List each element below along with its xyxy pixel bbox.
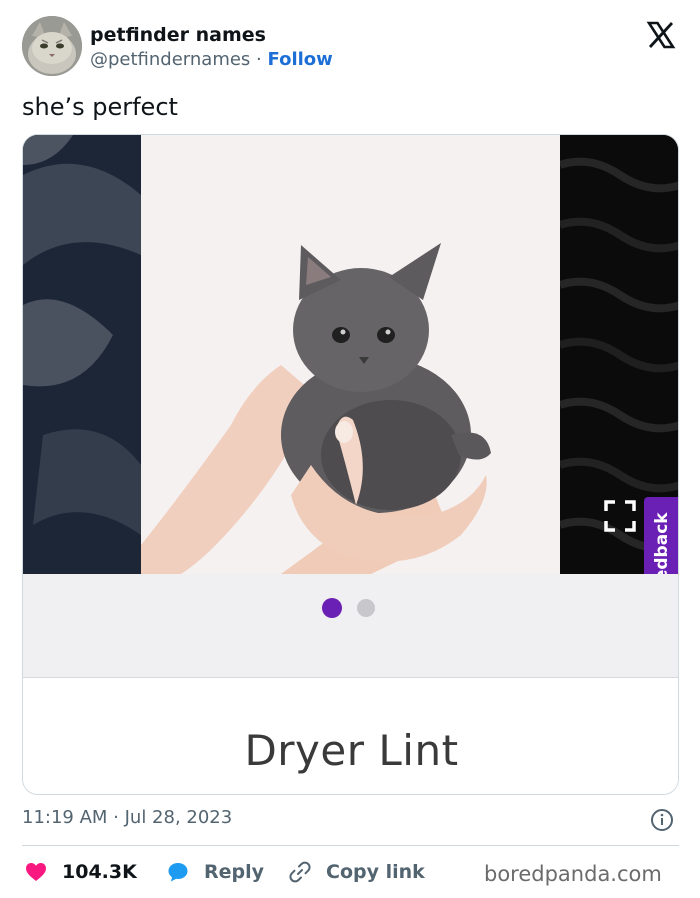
reply-button[interactable]: Reply xyxy=(166,856,264,888)
previous-photo-edge xyxy=(23,135,141,574)
follow-link[interactable]: Follow xyxy=(268,49,333,70)
like-count: 104.3K xyxy=(62,861,137,883)
cat-avatar-image xyxy=(22,16,82,76)
copy-link-label: Copy link xyxy=(326,861,425,883)
reply-label: Reply xyxy=(204,861,265,883)
tweet-text: she’s perfect xyxy=(22,93,178,121)
speech-bubble-icon xyxy=(168,863,188,882)
pet-name-panel: Dryer Lint xyxy=(23,678,678,794)
info-icon[interactable] xyxy=(650,808,674,832)
x-logo-icon[interactable] xyxy=(646,20,676,50)
expand-icon[interactable] xyxy=(603,499,637,533)
divider xyxy=(22,845,679,846)
avatar[interactable] xyxy=(22,16,82,76)
carousel-dot[interactable] xyxy=(357,599,375,617)
carousel-dot-active[interactable] xyxy=(322,598,342,618)
media-card[interactable]: Feedback Dryer Lint xyxy=(22,134,679,795)
display-name[interactable]: petfinder names xyxy=(90,24,266,46)
tweet-timestamp[interactable]: 11:19 AM · Jul 28, 2023 xyxy=(22,807,232,828)
copy-link-button[interactable]: Copy link xyxy=(288,856,425,888)
kitten-photo xyxy=(141,135,560,574)
handle-row: @petfindernames · Follow xyxy=(90,49,333,70)
like-button[interactable]: 104.3K xyxy=(24,856,137,888)
tweet-header: petfinder names @petfindernames · Follow xyxy=(22,14,682,78)
watermark: boredpanda.com xyxy=(484,862,662,886)
pet-name: Dryer Lint xyxy=(244,726,459,775)
carousel-indicator xyxy=(23,574,678,678)
link-icon xyxy=(289,861,311,883)
photo-carousel[interactable] xyxy=(23,135,678,574)
heart-icon xyxy=(26,863,46,881)
separator: · xyxy=(256,49,262,70)
handle[interactable]: @petfindernames xyxy=(90,49,250,70)
